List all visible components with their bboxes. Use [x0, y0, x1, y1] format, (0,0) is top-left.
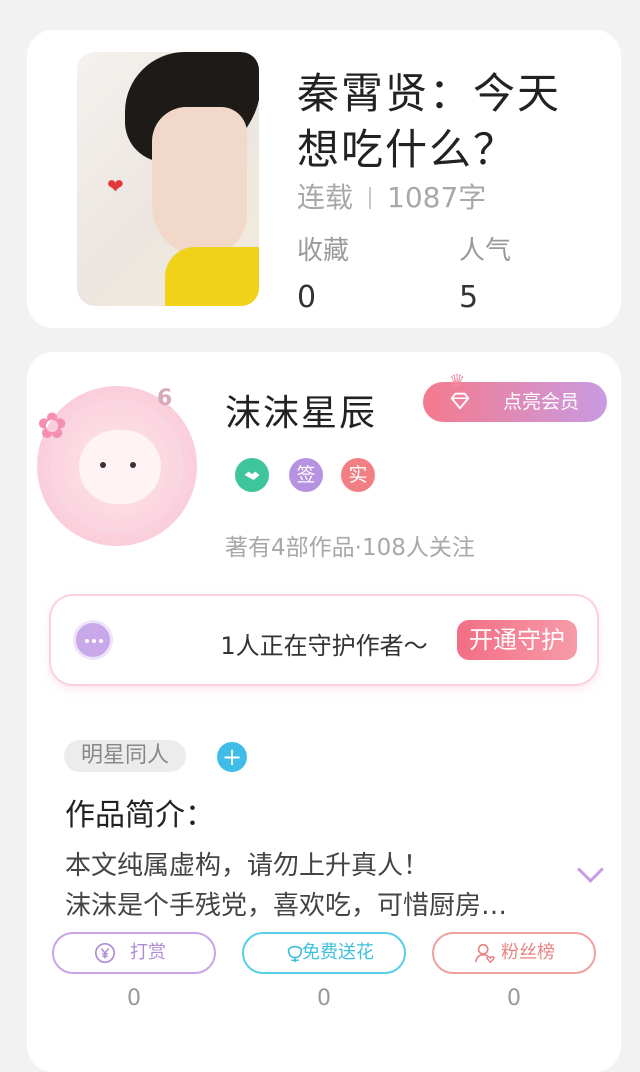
- book-title: 秦霄贤：今天想吃什么？: [297, 69, 562, 174]
- favorites-value: 0: [297, 280, 317, 315]
- chevron-down-icon[interactable]: [577, 856, 604, 883]
- guard-banner: 1人正在守护作者～ 开通守护: [51, 596, 597, 684]
- book-card: ❤ 秦霄贤：今天想吃什么？ 连载 1087字 收藏 0 人气 5: [27, 30, 621, 328]
- reward-label: 打赏: [130, 942, 166, 963]
- signed-badge[interactable]: 签: [289, 458, 323, 492]
- author-card: ✿ 6 沫沫星辰 ♛ 点亮会员 签 实 著有4部作品·108人关注 1人正在守护…: [27, 352, 621, 1072]
- light-up-vip-button[interactable]: ♛ 点亮会员: [423, 371, 607, 422]
- intro-title: 作品简介：: [65, 798, 215, 833]
- verified-badge[interactable]: 实: [341, 458, 375, 492]
- flower-icon: [287, 945, 303, 963]
- free-flower-label: 免费送花: [302, 942, 374, 963]
- author-level: 6: [157, 386, 173, 411]
- popularity-value: 5: [459, 280, 479, 315]
- reward-count: 0: [127, 986, 141, 1011]
- free-flower-button[interactable]: 免费送花: [242, 932, 406, 974]
- vip-button-label: 点亮会员: [502, 391, 579, 413]
- blossom-icon: ✿: [37, 406, 68, 447]
- heart-icon: ❤: [107, 174, 124, 198]
- intro-text[interactable]: 本文纯属虚构，请勿上升真人！ 沫沫是个手残党，喜欢吃，可惜厨房…: [65, 846, 575, 926]
- popularity-label: 人气: [459, 236, 512, 266]
- intro-line: 本文纯属虚构，请勿上升真人！: [65, 851, 430, 881]
- meta-divider: [369, 187, 372, 209]
- fan-ranking-count: 0: [507, 986, 521, 1011]
- user-heart-icon: [475, 943, 495, 964]
- book-cover-image[interactable]: ❤: [77, 52, 259, 306]
- tag-item[interactable]: 明星同人: [64, 740, 186, 772]
- add-tag-button[interactable]: +: [217, 742, 247, 772]
- author-name[interactable]: 沫沫星辰: [225, 384, 377, 436]
- book-meta: 连载 1087字: [297, 176, 486, 216]
- fan-ranking-label: 粉丝榜: [501, 942, 555, 963]
- intro-line: 沫沫是个手残党，喜欢吃，可惜厨房…: [65, 891, 508, 921]
- open-guard-button[interactable]: 开通守护: [457, 620, 577, 660]
- handshake-badge-icon[interactable]: [235, 458, 269, 492]
- diamond-icon: [450, 392, 470, 410]
- reward-button[interactable]: 打赏: [52, 932, 216, 974]
- favorites-label: 收藏: [297, 236, 350, 266]
- free-flower-count: 0: [317, 986, 331, 1011]
- author-info: 著有4部作品·108人关注: [225, 535, 475, 561]
- yen-circle-icon: [95, 943, 115, 963]
- fan-ranking-button[interactable]: 粉丝榜: [432, 932, 596, 974]
- author-avatar[interactable]: ✿ 6: [37, 386, 197, 546]
- book-word-count: 1087字: [387, 181, 487, 214]
- book-status: 连载: [297, 181, 354, 214]
